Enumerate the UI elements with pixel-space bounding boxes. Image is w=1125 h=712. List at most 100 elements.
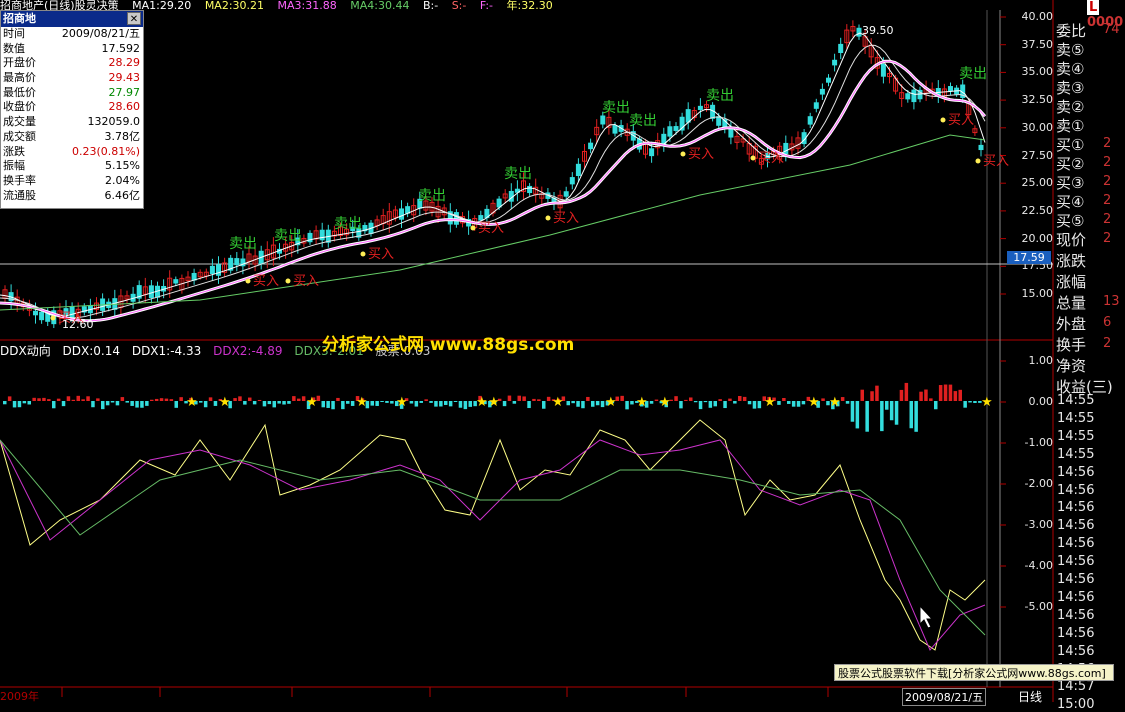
quote-label: 卖① xyxy=(1056,117,1085,135)
f-value: F:- xyxy=(479,0,494,11)
ddx-bar xyxy=(409,401,414,404)
ddx-bar xyxy=(169,399,174,401)
ddx-bar xyxy=(336,397,340,401)
quote-value: 2 xyxy=(1103,193,1112,208)
ddx-bar xyxy=(32,397,36,401)
ddx-bar xyxy=(301,396,306,401)
sell-signal: 卖出 xyxy=(959,66,987,82)
buy-signal: 买入 xyxy=(758,151,784,166)
ddx-bar xyxy=(542,401,546,409)
ddx-bar xyxy=(713,401,717,407)
ddx-bar xyxy=(243,401,247,405)
ddx-bar xyxy=(889,401,894,421)
tick-time: 14:56 xyxy=(1057,572,1095,587)
ddx-bar xyxy=(943,384,948,401)
ddx-bar xyxy=(419,401,423,403)
ddx-bar xyxy=(448,401,453,407)
ddx-bar xyxy=(56,398,61,401)
ddx-bar xyxy=(742,396,747,401)
info-panel[interactable]: 招商地 ✕ 时间 2009/08/21/五 数值 17.592 开盘价 28.29 最高价 2… xyxy=(0,10,144,209)
ddx-bar xyxy=(233,398,237,401)
ddx-value: DDX:0.14 xyxy=(62,344,120,358)
ddx-bar xyxy=(738,395,742,401)
ddx-bar xyxy=(199,401,203,403)
candle-body xyxy=(399,208,404,220)
buy-marker xyxy=(940,117,946,123)
ddx-bar xyxy=(390,401,394,404)
ddx-bar xyxy=(581,401,585,409)
info-row-value: 3.78亿 xyxy=(104,129,141,143)
ddx-bar xyxy=(845,401,850,404)
ddx-bar xyxy=(174,401,178,408)
candle-body xyxy=(728,127,734,138)
candle-body xyxy=(826,77,831,83)
info-row: 开盘价 28.29 xyxy=(1,56,143,71)
sell-signal: 卖出 xyxy=(629,113,657,129)
buy-marker xyxy=(470,225,476,231)
ddx-bar xyxy=(47,399,51,401)
ddx-bar xyxy=(938,385,943,401)
candle-body xyxy=(612,125,618,134)
ddx-bar xyxy=(708,401,713,408)
candle-body xyxy=(697,105,703,110)
ddx-bar xyxy=(145,401,149,406)
info-row: 涨跌 0.23(0.81%) xyxy=(1,145,143,160)
ddx-bars: ★ ★ ★ ★ ★ ★ ★ ★ ★ ★ ★ ★ ★ ★ ★ xyxy=(3,382,993,432)
tick-time: 15:00 xyxy=(1057,697,1095,712)
ddx-bar xyxy=(458,401,463,408)
candle-body xyxy=(819,88,825,95)
quote-label: 委比 xyxy=(1056,22,1087,40)
info-panel-title[interactable]: 招商地 ✕ xyxy=(1,11,143,27)
ddx-bar xyxy=(679,401,683,409)
star-marker: ★ xyxy=(829,395,841,410)
ddx-bar xyxy=(380,401,384,403)
s-value: S:- xyxy=(451,0,467,11)
ddx-bar xyxy=(248,397,252,401)
buy-marker xyxy=(50,315,56,321)
ddx-bar xyxy=(277,401,281,404)
star-marker: ★ xyxy=(186,395,198,410)
ddx-bar xyxy=(434,401,438,407)
quote-label: 换手 xyxy=(1056,336,1087,354)
quote-value: 2 xyxy=(1103,136,1112,151)
buy-marker xyxy=(285,278,291,284)
candle-body xyxy=(649,148,655,157)
info-row: 成交量 132059.0 xyxy=(1,115,143,130)
ma-thick-line xyxy=(0,59,987,323)
close-icon[interactable]: ✕ xyxy=(127,12,141,25)
ddx-bar xyxy=(684,399,688,401)
candle-body xyxy=(856,27,862,37)
star-marker: ★ xyxy=(808,395,820,410)
star-marker: ★ xyxy=(488,395,500,410)
b-value: B:- xyxy=(422,0,439,11)
info-row-value: 17.592 xyxy=(101,41,141,55)
ddx-bar xyxy=(566,401,570,406)
candle-body xyxy=(39,311,45,321)
ddx-bar xyxy=(154,398,159,401)
quote-value: 2 xyxy=(1103,174,1112,189)
tick-time: 14:55 xyxy=(1057,410,1095,426)
star-marker: ★ xyxy=(476,395,488,410)
ddx-bar xyxy=(424,399,428,401)
candle-body xyxy=(880,63,886,77)
ddx-bar xyxy=(164,398,169,401)
ddx-bar xyxy=(252,401,257,405)
buy-marker xyxy=(750,155,756,161)
quote-value: 2 xyxy=(1103,336,1112,351)
ddx-bar xyxy=(512,401,517,404)
chart-header: 招商地产(日线)股灵决策 MA1:29.20 MA2:30.21 MA3:31.… xyxy=(0,0,1000,11)
ddx-bar xyxy=(52,401,56,409)
ddx-bar xyxy=(782,398,786,401)
sell-signal: 卖出 xyxy=(602,100,630,116)
candle-body xyxy=(600,115,606,125)
star-marker: ★ xyxy=(764,395,776,410)
ddx-bar xyxy=(150,399,154,401)
tick-time: 14:56 xyxy=(1057,589,1095,605)
sell-signal: 卖出 xyxy=(418,188,446,204)
ddx-bar xyxy=(787,401,791,404)
ddx2-line xyxy=(0,439,986,651)
info-panel-title-text: 招商地 xyxy=(3,12,36,25)
download-banner[interactable]: 股票公式股票软件下载[分析家公式网www.88gs.com] xyxy=(834,664,1114,681)
ddx-bar xyxy=(3,401,7,405)
buy-signal: 买入 xyxy=(478,221,504,236)
